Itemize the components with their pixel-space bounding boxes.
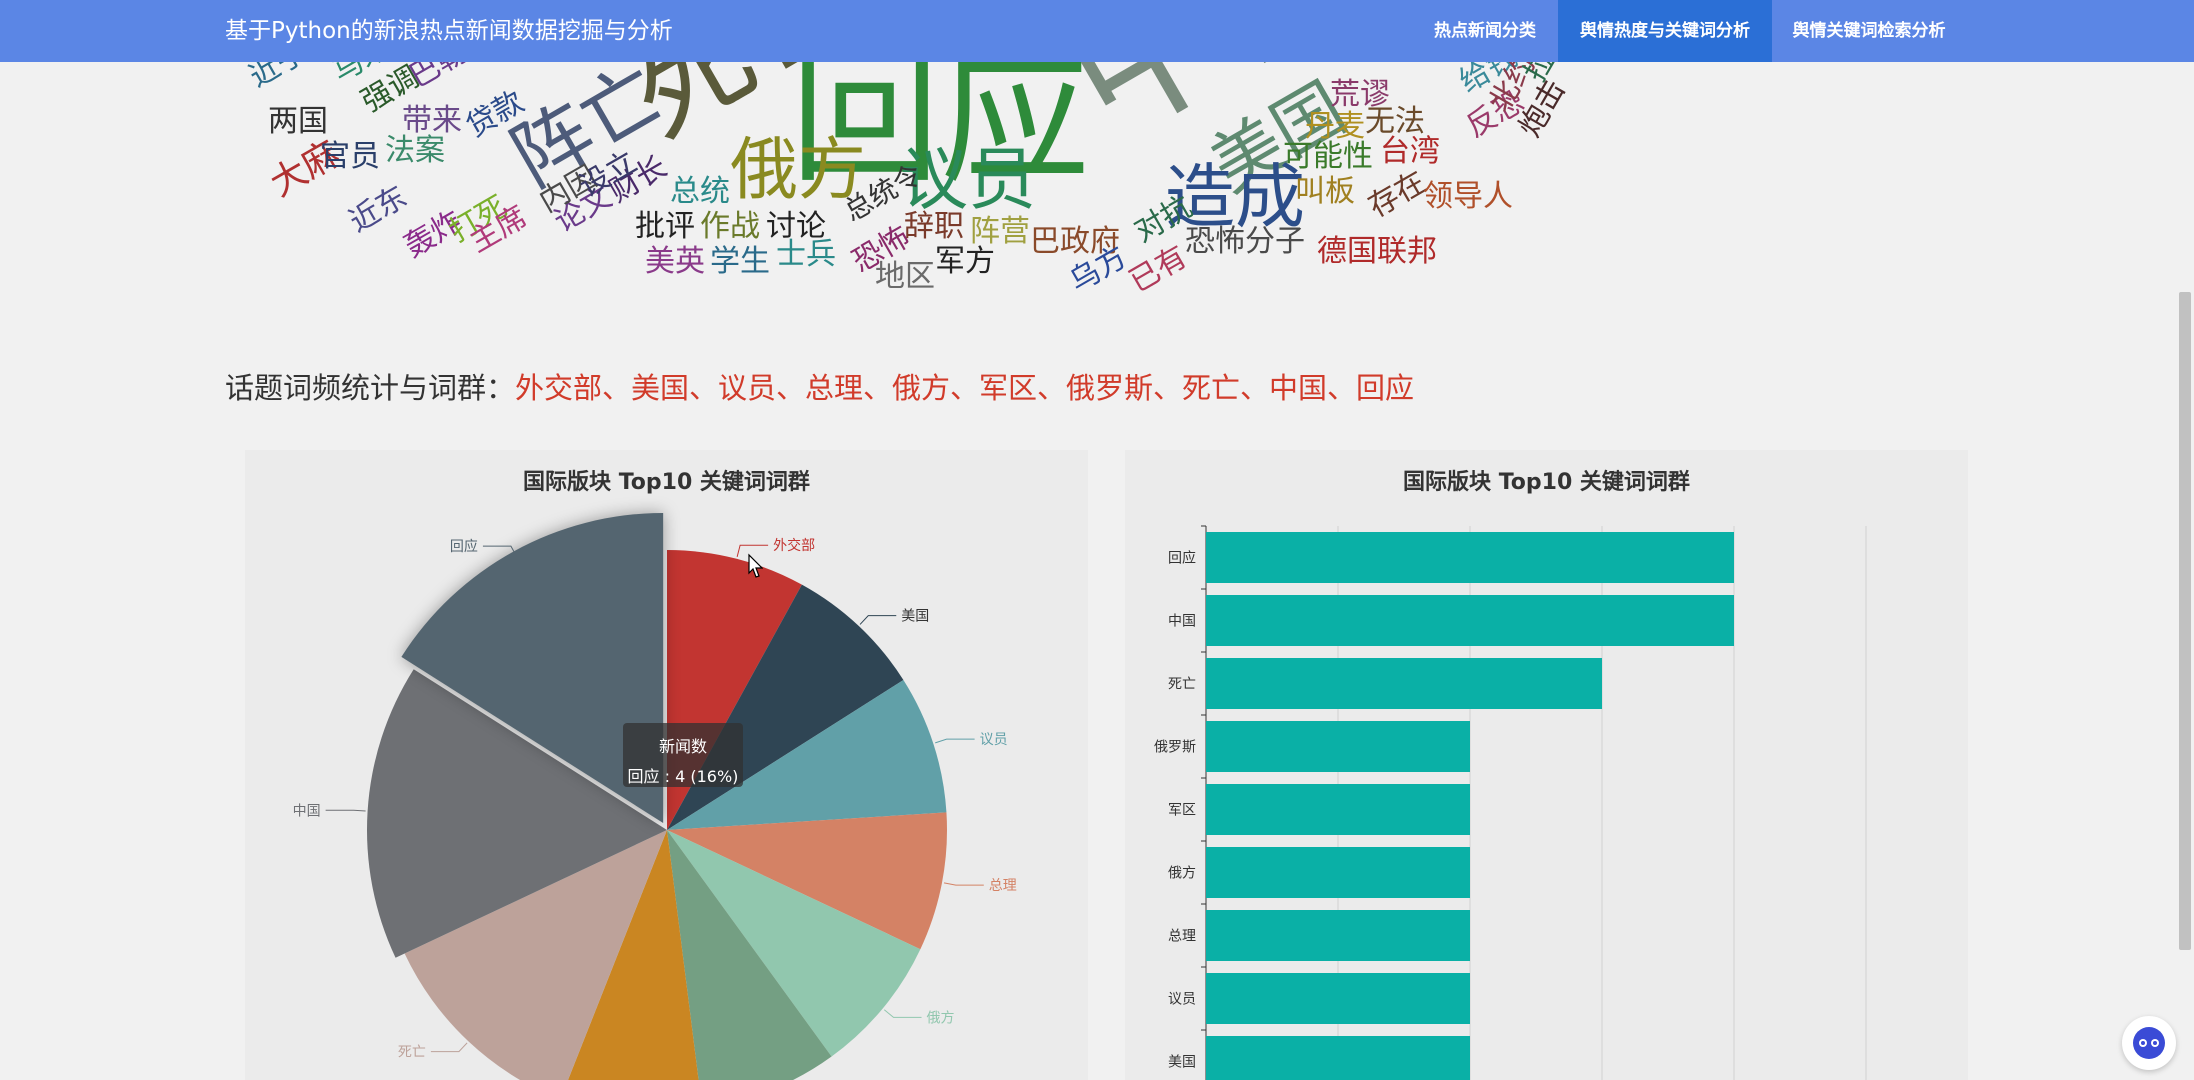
- word-cloud-word: 存在: [1362, 164, 1432, 225]
- bar-rect[interactable]: [1206, 1036, 1470, 1080]
- word-cloud-word: 可能性: [1283, 139, 1373, 174]
- bar-category-label: 总理: [1168, 929, 1196, 945]
- pie-slice-label: 美国: [901, 609, 929, 625]
- nav-tab-sentiment-keyword-analysis[interactable]: 舆情热度与关键词分析: [1558, 0, 1772, 62]
- word-cloud-word: 官员: [320, 139, 380, 174]
- pie-slice-label: 中国: [293, 803, 321, 819]
- bar-category-label: 美国: [1168, 1055, 1196, 1071]
- bar-category-label: 俄罗斯: [1154, 740, 1196, 756]
- topic-frequency-line: 话题词频统计与词群：外交部、美国、议员、总理、俄方、军区、俄罗斯、死亡、中国、回…: [225, 365, 1414, 407]
- word-cloud-word: 已有: [1123, 239, 1193, 300]
- bar-category-label: 回应: [1168, 550, 1196, 567]
- pie-label-line: [325, 809, 366, 812]
- word-cloud-word: 两国: [268, 104, 328, 139]
- word-cloud-word: 总统: [670, 174, 730, 209]
- tooltip-body: 回应 : 4 (16%): [627, 767, 739, 786]
- word-cloud-word: 法案: [385, 133, 445, 168]
- word-cloud-word: 无法: [1365, 104, 1425, 139]
- pie-chart-panel: 国际版块 Top10 关键词词群 外交部美国议员总理俄方军区俄罗斯死亡中国回应 …: [245, 450, 1088, 1080]
- word-cloud-word: 地区: [875, 259, 935, 294]
- pie-slice-label: 议员: [980, 732, 1008, 748]
- nav-tab-news-classification[interactable]: 热点新闻分类: [1414, 0, 1556, 62]
- topic-keywords: 外交部、美国、议员、总理、俄方、军区、俄罗斯、死亡、中国、回应: [515, 371, 1415, 405]
- word-cloud-word: 台湾: [1380, 134, 1440, 169]
- word-cloud-word: 近东: [343, 179, 413, 240]
- brand-title[interactable]: 基于Python的新浪热点新闻数据挖掘与分析: [225, 0, 673, 62]
- bar-chart[interactable]: 回应中国死亡俄罗斯军区俄方总理议员美国: [1125, 450, 1968, 1080]
- bar-rect[interactable]: [1206, 721, 1470, 772]
- bar-category-label: 死亡: [1168, 677, 1196, 693]
- mouse-cursor-icon: [748, 553, 763, 578]
- tooltip-title: 新闻数: [658, 737, 707, 756]
- pie-tooltip: 新闻数 回应 : 4 (16%): [623, 723, 743, 787]
- bar-category-label: 议员: [1168, 992, 1196, 1008]
- pie-slice-label: 总理: [989, 878, 1017, 894]
- word-cloud-word: 辞职: [904, 209, 964, 244]
- word-cloud-word: 德国联邦: [1317, 234, 1437, 269]
- assistant-bot-button[interactable]: [2122, 1016, 2176, 1070]
- word-cloud-word: 恐怖分子: [1185, 224, 1305, 259]
- bar-category-label: 军区: [1168, 803, 1196, 819]
- pie-slice-label: 俄方: [927, 1010, 955, 1026]
- topic-label: 话题词频统计与词群：: [225, 371, 516, 405]
- word-cloud-word: 美英: [645, 244, 705, 279]
- bar-rect[interactable]: [1206, 658, 1602, 709]
- scrollbar-thumb[interactable]: [2179, 292, 2191, 950]
- word-cloud-word: 批评: [635, 209, 695, 244]
- word-cloud-word: 领导人: [1423, 179, 1513, 214]
- pie-label-line: [883, 1009, 922, 1018]
- assistant-bot-icon: [2133, 1027, 2165, 1059]
- bar-rect[interactable]: [1206, 910, 1470, 961]
- bar-chart-panel: 国际版块 Top10 关键词词群 回应 中国 死亡 俄罗斯 军区 俄方 总理 议员 美国: [1125, 450, 1968, 1080]
- pie-slice-label: 死亡: [398, 1045, 426, 1061]
- word-cloud-word: 阵营: [970, 214, 1030, 249]
- word-cloud-word: 近乎: [243, 62, 313, 95]
- word-cloud: 回应中国死亡美国阵亡俄方议员造成两国大麻官员法案强调带来近东轰炸打死主席贷款论文…: [0, 62, 2194, 312]
- bar-category-label: 中国: [1168, 614, 1196, 630]
- pie-label-line: [943, 882, 984, 886]
- word-cloud-word: 作战: [700, 209, 760, 244]
- word-cloud-word: 带来: [402, 103, 462, 138]
- pie-slice-label: 外交部: [773, 537, 815, 554]
- word-cloud-word: 叫板: [1295, 174, 1355, 209]
- bar-rect[interactable]: [1206, 532, 1734, 583]
- bar-rect[interactable]: [1206, 784, 1470, 835]
- nav-tab-keyword-search-analysis[interactable]: 舆情关键词检索分析: [1774, 0, 1964, 62]
- word-cloud-word: 丹麦: [1305, 109, 1365, 144]
- bar-category-label: 俄方: [1168, 866, 1196, 882]
- top-navbar: 基于Python的新浪热点新闻数据挖掘与分析 热点新闻分类 舆情热度与关键词分析…: [0, 0, 2194, 62]
- pie-label-line: [935, 738, 975, 744]
- bar-rect[interactable]: [1206, 595, 1734, 646]
- word-cloud-word: 军方: [935, 244, 995, 279]
- page-scrollbar[interactable]: [2176, 0, 2194, 1080]
- word-cloud-word: 学生: [710, 244, 770, 279]
- bar-rect[interactable]: [1206, 847, 1470, 898]
- pie-label-line: [859, 615, 897, 625]
- pie-slice-label: 回应: [450, 538, 478, 555]
- word-cloud-word: 士兵: [776, 237, 836, 272]
- bar-rect[interactable]: [1206, 973, 1470, 1024]
- pie-label-line: [430, 1042, 468, 1053]
